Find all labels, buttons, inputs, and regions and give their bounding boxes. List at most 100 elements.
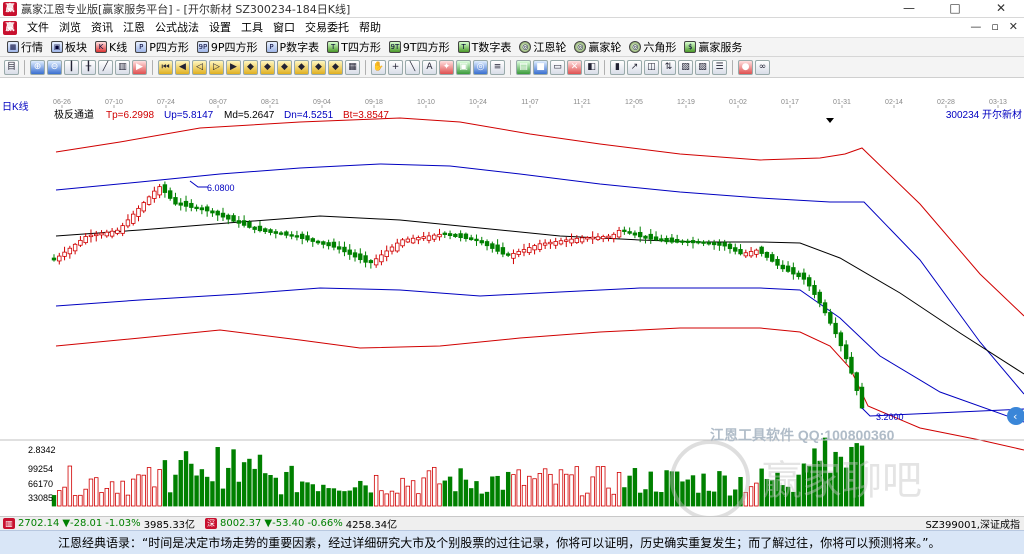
minimize-button[interactable]: — [886, 0, 932, 18]
gann-box-icon[interactable]: ▣ [456, 59, 471, 75]
toolbar-button-0[interactable]: ▦ 行情 [4, 39, 48, 56]
candle-body [463, 233, 469, 240]
prev-page-icon[interactable]: ◀ [175, 59, 190, 75]
candle-body [395, 242, 400, 252]
chevron-left-icon[interactable]: ‹ [1013, 410, 1017, 423]
toolbar-button-9[interactable]: ◎ 江恩轮 [516, 39, 571, 56]
diamond-tool-icon[interactable]: ◆ [243, 59, 258, 75]
candle-mode-icon[interactable]: ┃ [64, 59, 79, 75]
close-button[interactable]: ✕ [978, 0, 1024, 18]
cross-icon[interactable]: + [388, 59, 403, 75]
menu-window[interactable]: 窗口 [268, 18, 300, 38]
window-controls: — □ ✕ [886, 0, 1024, 18]
candle-body [849, 356, 854, 374]
diamond-tool-icon[interactable]: ◆ [328, 59, 343, 75]
next-bar-icon[interactable]: ▷ [209, 59, 224, 75]
bar-mode-icon[interactable]: ╂ [81, 59, 96, 75]
toolbar-button-6[interactable]: T T四方形 [324, 39, 386, 56]
menu-file[interactable]: 文件 [22, 18, 54, 38]
param-up: Up=5.8147 [164, 110, 214, 121]
flag-icon[interactable]: ▶ [132, 59, 147, 75]
menu-gann[interactable]: 江恩 [118, 18, 150, 38]
indicator-select-icon[interactable]: 目 [4, 59, 19, 75]
volume-bar [532, 478, 537, 507]
hand-icon[interactable]: ✋ [371, 59, 386, 75]
car-icon[interactable]: ◧ [584, 59, 599, 75]
mdi-close-button[interactable]: ✕ [1009, 20, 1018, 33]
mdi-restore-button[interactable]: ▫ [991, 20, 998, 33]
mdi-minimize-button[interactable]: — [970, 20, 981, 33]
candle-body [859, 386, 865, 409]
candle-body [785, 265, 791, 272]
next-page-icon[interactable]: ▶ [226, 59, 241, 75]
stack-icon[interactable]: ☰ [712, 59, 727, 75]
grid-tool-icon[interactable]: ▦ [345, 59, 360, 75]
diamond-tool-icon[interactable]: ◆ [260, 59, 275, 75]
infinity-icon[interactable]: ∞ [755, 59, 770, 75]
calc-icon[interactable]: ▤ [516, 59, 531, 75]
measure-icon[interactable]: ↗ [627, 59, 642, 75]
volume-bar [426, 470, 432, 507]
toolbar-button-label: 行情 [21, 41, 43, 54]
diamond-tool-icon[interactable]: ◆ [277, 59, 292, 75]
toolbar-button-label: 六角形 [643, 41, 677, 54]
menu-help[interactable]: 帮助 [354, 18, 386, 38]
candle-body [389, 246, 395, 252]
zoom-in-icon[interactable]: ⊕ [30, 59, 45, 75]
volume-bar [622, 487, 627, 507]
candle-body [548, 241, 553, 245]
prev-bar-icon[interactable]: ◁ [192, 59, 207, 75]
candle-body [579, 237, 585, 243]
kline-chart[interactable]: 日K线 极反通道 Tp=6.2998 Up=5.8147 Md=5.2647 D… [0, 78, 1024, 520]
candle-body [754, 249, 759, 255]
index-sh[interactable]: ▥ 2702.14 ▼-28.01 -1.03% 3985.33亿 [3, 516, 195, 531]
menu-settings[interactable]: 设置 [204, 18, 236, 38]
save-icon[interactable]: ■ [533, 59, 548, 75]
menu-logo-icon: 赢 [3, 20, 17, 35]
toolbar-button-10[interactable]: ◎ 赢家轮 [571, 39, 626, 56]
first-bar-icon[interactable]: ⏮ [158, 59, 173, 75]
candle-body [817, 291, 822, 304]
zoom-out-icon[interactable]: ⊖ [47, 59, 62, 75]
toolbar-button-11[interactable]: ◎ 六角形 [626, 39, 681, 56]
cycle-tool-icon[interactable]: ◎ [473, 59, 488, 75]
delete-icon[interactable]: ✕ [567, 59, 582, 75]
line-tool-icon[interactable]: ╲ [405, 59, 420, 75]
period-icon[interactable]: ◫ [644, 59, 659, 75]
diamond-tool-icon[interactable]: ◆ [294, 59, 309, 75]
menu-tools[interactable]: 工具 [236, 18, 268, 38]
chart-tool-icon[interactable]: ▮ [610, 59, 625, 75]
volume-bar [226, 467, 231, 507]
split-icon[interactable]: ▨ [695, 59, 710, 75]
gann-fan-icon[interactable]: ✦ [439, 59, 454, 75]
volume-bar [706, 490, 712, 507]
line-mode-icon[interactable]: ╱ [98, 59, 113, 75]
volume-bar [305, 482, 310, 507]
maximize-button[interactable]: □ [932, 0, 978, 18]
toolbar-button-7[interactable]: 9T 9T四方形 [386, 39, 455, 56]
layout-icon[interactable]: ▧ [678, 59, 693, 75]
menu-formula[interactable]: 公式战法 [150, 18, 204, 38]
index-sz[interactable]: 深 8002.37 ▼-53.40 -0.66% 4258.34亿 [205, 516, 397, 531]
toolbar-button-2[interactable]: K K线 [92, 39, 132, 56]
volume-bar [94, 477, 99, 507]
menu-info[interactable]: 资讯 [86, 18, 118, 38]
candle-body [368, 260, 374, 264]
toolbar-button-4[interactable]: 9P 9P四方形 [194, 39, 263, 56]
text-tool-icon[interactable]: A [422, 59, 437, 75]
toolbar-button-1[interactable]: ▣ 板块 [48, 39, 92, 56]
toolbar-button-3[interactable]: P P四方形 [132, 39, 194, 56]
print-icon[interactable]: ▭ [550, 59, 565, 75]
color-icon[interactable]: ● [738, 59, 753, 75]
menu-trade[interactable]: 交易委托 [300, 18, 354, 38]
menu-browse[interactable]: 浏览 [54, 18, 86, 38]
toolbar-button-12[interactable]: $ 赢家服务 [681, 39, 747, 56]
toolbar-button-8[interactable]: T T数字表 [455, 39, 517, 56]
channel-tool-icon[interactable]: ≡ [490, 59, 505, 75]
compare-icon[interactable]: ⇅ [661, 59, 676, 75]
candle-body [99, 232, 104, 236]
diamond-tool-icon[interactable]: ◆ [311, 59, 326, 75]
volume-bar [643, 489, 648, 507]
toolbar-button-5[interactable]: P P数字表 [263, 39, 325, 56]
volume-icon[interactable]: ▥ [115, 59, 130, 75]
